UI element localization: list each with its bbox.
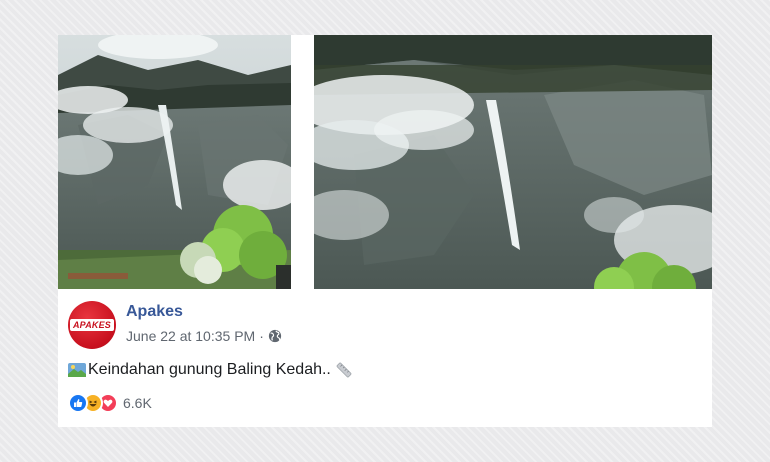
waterfall-mountain-image bbox=[58, 35, 291, 289]
ruler-icon bbox=[336, 362, 352, 378]
post-photo-left[interactable] bbox=[58, 35, 291, 289]
post-text-body: Keindahan gunung Baling Kedah.. bbox=[88, 361, 331, 378]
post-card: APAKES Apakes June 22 at 10:35 PM · Kein… bbox=[58, 35, 712, 427]
page-avatar[interactable]: APAKES bbox=[68, 301, 116, 349]
meta-separator: · bbox=[259, 328, 264, 344]
waterfall-mountain-image bbox=[314, 35, 712, 289]
post-timestamp[interactable]: June 22 at 10:35 PM bbox=[126, 328, 255, 344]
post-photo-right[interactable] bbox=[314, 35, 712, 289]
avatar-logo-text: APAKES bbox=[69, 319, 115, 331]
like-reaction-icon bbox=[68, 393, 88, 413]
page-name-link[interactable]: Apakes bbox=[126, 303, 183, 321]
post-meta: June 22 at 10:35 PM · bbox=[126, 328, 282, 344]
post-text: Keindahan gunung Baling Kedah.. bbox=[68, 361, 353, 379]
reaction-summary[interactable]: 6.6K bbox=[68, 393, 152, 413]
reaction-count[interactable]: 6.6K bbox=[123, 395, 152, 411]
landscape-photo-icon bbox=[68, 363, 86, 377]
globe-icon[interactable] bbox=[268, 329, 282, 343]
